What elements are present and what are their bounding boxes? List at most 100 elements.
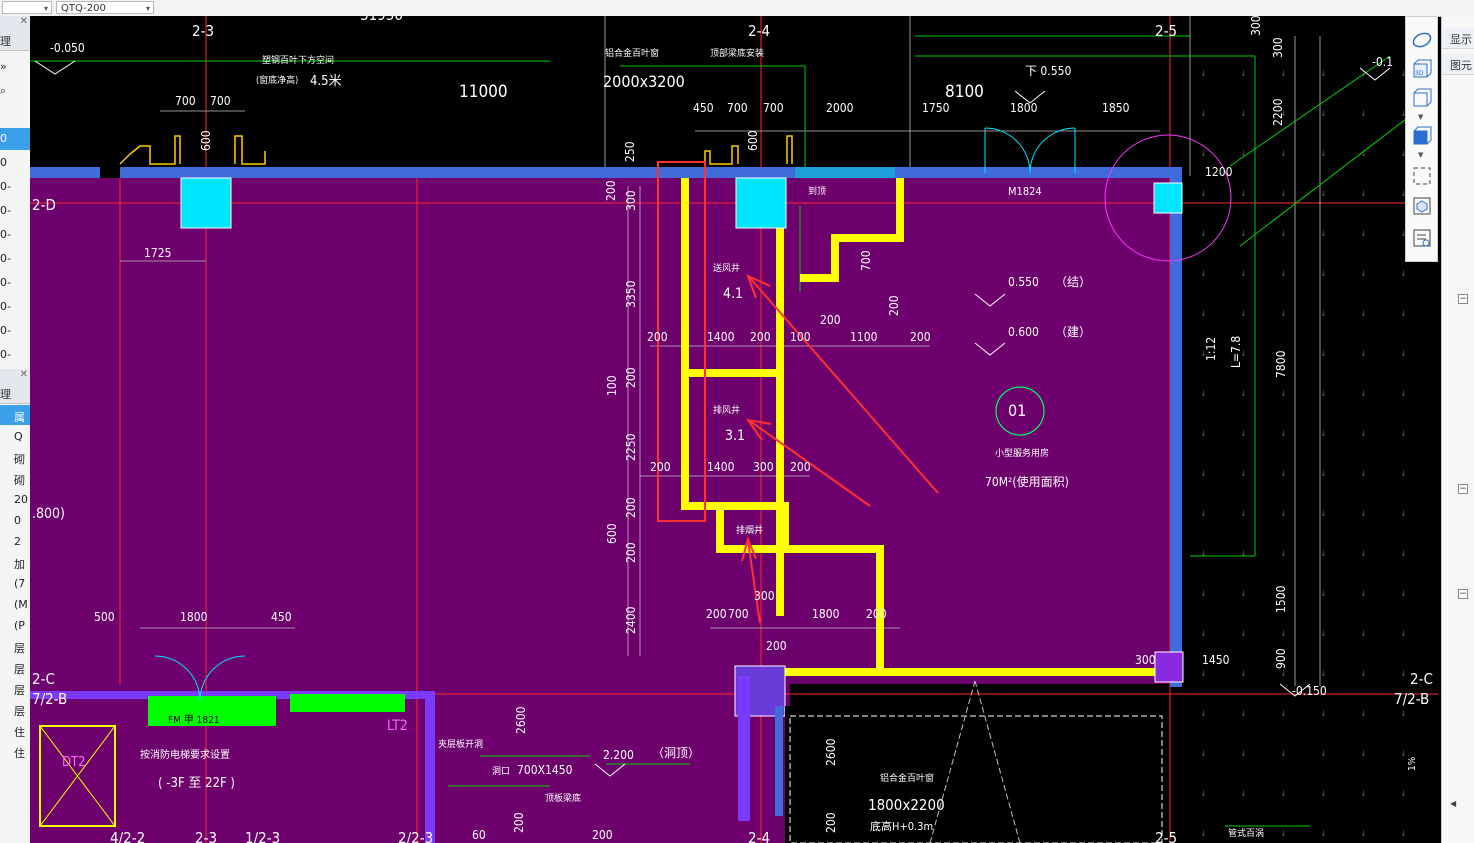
layer-list-item-label: 0- (0, 204, 11, 217)
note-clear-height: (窗底净高) (256, 74, 298, 86)
layer-list-item[interactable]: 0 (0, 128, 30, 150)
close-icon[interactable]: ✕ (20, 369, 28, 380)
properties-list-icon[interactable] (1411, 227, 1433, 249)
axis-2-C-right: 2-C (1410, 670, 1433, 688)
property-list-item[interactable]: 加 (0, 552, 30, 572)
note-height-value: 4.5米 (310, 74, 342, 89)
expand-arrow-row[interactable]: » (0, 56, 30, 78)
box-view-icon[interactable] (1411, 125, 1433, 147)
cube-icon[interactable] (1411, 87, 1433, 109)
chevron-down-icon: ▾ (43, 4, 48, 13)
property-list-item[interactable]: 层 (0, 636, 30, 656)
cad-canvas[interactable]: ↓ (30, 16, 1438, 843)
layer-list-item-label: 0 (0, 132, 7, 145)
hole-label: 洞口 (492, 766, 510, 777)
search-row[interactable]: ⌕ (0, 80, 30, 102)
layer-list-item[interactable]: 0- (0, 272, 30, 294)
room-name: 小型服务用房 (995, 447, 1049, 459)
orbit-icon[interactable] (1411, 29, 1433, 51)
layer-list-item[interactable]: 0- (0, 248, 30, 270)
component-type-dropdown[interactable]: QTQ-200 ▾ (56, 1, 154, 14)
property-list-item-label: 层 (14, 642, 25, 655)
layer-list-item[interactable]: 0- (0, 320, 30, 342)
scroll-left-icon[interactable]: ◀ (1450, 799, 1456, 808)
elevator-dt2: DT2 (62, 755, 86, 770)
layer-list-item[interactable]: 0- (0, 176, 30, 198)
axis-1-2-3: 1/2-3 (245, 829, 280, 843)
alu-window2-size: 1800x2200 (868, 796, 945, 814)
property-list-item[interactable]: 0 (0, 510, 30, 530)
property-list-item[interactable]: (P (0, 615, 30, 635)
layer-list-item-label: 0- (0, 180, 11, 193)
alu-window-label: 铝合金百叶窗 (605, 47, 659, 59)
layer-list-item[interactable]: 0 (0, 152, 30, 174)
property-list-item[interactable]: 属 (0, 405, 30, 425)
expand-toggle-1[interactable]: − (1458, 294, 1468, 304)
property-list-item[interactable]: 砌 (0, 468, 30, 488)
3d-view-icon[interactable]: 3D (1411, 58, 1433, 80)
expand-toggle-3[interactable]: − (1458, 589, 1468, 599)
chevron-down-icon[interactable]: ▼ (1418, 113, 1423, 121)
dim-2400: 2400 (624, 606, 638, 634)
layer-list-item[interactable]: 0- (0, 224, 30, 246)
property-list-item[interactable]: Q (0, 426, 30, 446)
dim-200-o: 200 (592, 828, 613, 842)
dim-200-d: 200 (910, 330, 931, 344)
dim-200-vertical: 200 (604, 180, 618, 201)
layer-list-item[interactable]: 0- (0, 344, 30, 366)
property-list-item-label: 层 (14, 663, 25, 676)
property-list-item[interactable]: 2 (0, 531, 30, 551)
dim-600-b: 600 (746, 130, 760, 151)
left-panel-title-1: 理 (0, 32, 30, 51)
dim-1100: 1100 (850, 330, 878, 344)
dim-1500: 1500 (1274, 585, 1288, 613)
property-list-item[interactable]: 住 (0, 720, 30, 740)
level-neg01: -0.1 (1372, 55, 1393, 69)
floor-dropdown[interactable]: ▾ (2, 1, 52, 14)
select-region-icon[interactable] (1411, 165, 1433, 187)
door-m1824: M1824 (1008, 185, 1042, 198)
property-list-item[interactable]: 层 (0, 699, 30, 719)
stair-lt2: LT2 (387, 718, 408, 734)
search-icon[interactable]: ⌕ (0, 84, 6, 98)
tab-display[interactable]: 显示 (1442, 28, 1474, 49)
expand-toggle-2[interactable]: − (1458, 484, 1468, 494)
left-panel-tab-1[interactable]: ✕ (0, 16, 30, 33)
property-list-item[interactable]: 层 (0, 678, 30, 698)
level-2200: 2.200 (603, 748, 634, 762)
property-list-item[interactable]: 砌 (0, 447, 30, 467)
dim-600-a: 600 (199, 130, 213, 151)
tab-elements[interactable]: 图元 (1442, 54, 1474, 75)
dim-100-a: 100 (790, 330, 811, 344)
left-panel-tab-2[interactable]: ✕ (0, 369, 30, 386)
axis-7-2-B: 7/2-B (32, 690, 67, 708)
alu-window2-label: 铝合金百叶窗 (880, 772, 934, 784)
axis-4-2-2: 4/2-2 (110, 829, 145, 843)
supply-shaft-value: 4.1 (723, 286, 743, 302)
right-view-toolbar: 3D ▼ ▼ (1405, 16, 1438, 262)
dim-200-a: 200 (647, 330, 668, 344)
dim-1850: 1850 (1102, 101, 1130, 115)
supply-shaft-label: 送风井 (713, 262, 740, 274)
dim-450: 450 (693, 101, 714, 115)
axis-2-3-bottom: 2-3 (195, 829, 217, 843)
cad-drawing[interactable]: ↓ (30, 16, 1438, 843)
close-icon[interactable]: ✕ (20, 16, 28, 27)
exhaust-shaft-label: 排风井 (713, 404, 740, 416)
tab-display-label: 显示 (1450, 33, 1472, 46)
dim-1200: 1200 (1205, 165, 1233, 179)
chevron-right-icon[interactable]: » (0, 60, 7, 73)
layer-list-item[interactable]: 0- (0, 296, 30, 318)
property-list-item[interactable]: 住 (0, 741, 30, 761)
property-list-item[interactable]: (7 (0, 573, 30, 593)
property-list-item[interactable]: 层 (0, 657, 30, 677)
ramp-length: L=7.8 (1229, 336, 1243, 368)
component-icon[interactable] (1411, 195, 1433, 217)
property-list-item[interactable]: 20 (0, 489, 30, 509)
axis-2-4-top: 2-4 (748, 22, 770, 40)
layer-list-item[interactable]: 0- (0, 200, 30, 222)
dim-1450: 1450 (1202, 653, 1230, 667)
property-list-item[interactable]: (M (0, 594, 30, 614)
layer-list-item-label: 0- (0, 348, 11, 361)
chevron-down-icon[interactable]: ▼ (1418, 151, 1423, 159)
